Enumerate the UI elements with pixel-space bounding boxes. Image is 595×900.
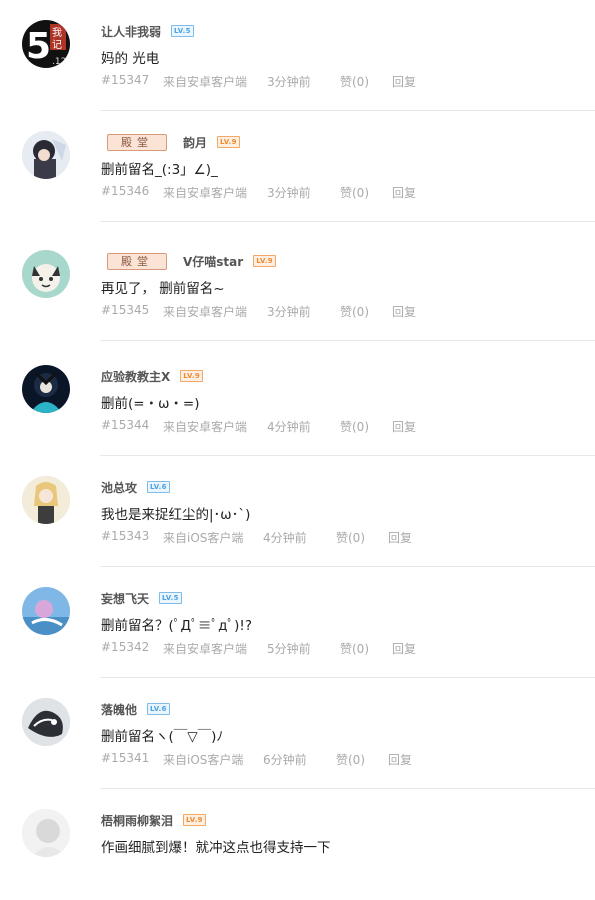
medal-badge: 殿堂 <box>107 133 167 151</box>
reply-button[interactable]: 回复 <box>392 418 416 435</box>
username[interactable]: V仔喵star <box>183 253 243 270</box>
timestamp: 3分钟前 <box>267 186 311 200</box>
floor-number: #15346 <box>101 184 150 198</box>
level-badge: LV.9 <box>180 370 204 382</box>
comment-item: 5 我 记 .12 让人非我弱 LV.5 妈的 光电 #15347 来自安卓客户… <box>0 0 595 111</box>
like-button[interactable]: 赞(0) <box>336 751 365 768</box>
svg-text:记: 记 <box>52 39 62 51</box>
timestamp: 3分钟前 <box>267 305 311 319</box>
username[interactable]: 让人非我弱 <box>101 23 161 40</box>
avatar[interactable] <box>22 131 70 179</box>
reply-button[interactable]: 回复 <box>388 529 412 546</box>
floor-number: #15345 <box>101 303 150 317</box>
avatar[interactable] <box>22 476 70 524</box>
client-source: 来自安卓客户端 <box>163 305 248 319</box>
username[interactable]: 落魄他 <box>101 701 137 718</box>
floor-number: #15344 <box>101 418 150 432</box>
floor-number: #15347 <box>101 73 150 87</box>
reply-button[interactable]: 回复 <box>392 303 416 320</box>
comment-text: 作画细腻到爆！就冲这点也得支持一下 <box>101 840 331 856</box>
svg-text:我: 我 <box>52 27 62 39</box>
avatar[interactable]: 5 我 记 .12 <box>22 20 70 68</box>
floor-number: #15341 <box>101 751 150 765</box>
comment-text: 删前留名ヽ(￣▽￣)ﾉ <box>101 729 224 745</box>
client-source: 来自iOS客户端 <box>163 753 244 767</box>
like-button[interactable]: 赞(0) <box>340 418 369 435</box>
client-source: 来自安卓客户端 <box>163 186 248 200</box>
username[interactable]: 妄想飞天 <box>101 590 149 607</box>
medal-badge: 殿堂 <box>107 252 167 270</box>
floor-number: #15342 <box>101 640 150 654</box>
avatar[interactable] <box>22 365 70 413</box>
avatar[interactable] <box>22 587 70 635</box>
comment-item: 池总攻 LV.6 我也是来捉红尘的|･ω･`) #15343 来自iOS客户端 … <box>0 456 595 567</box>
like-button[interactable]: 赞(0) <box>340 73 369 90</box>
reply-button[interactable]: 回复 <box>392 184 416 201</box>
client-source: 来自安卓客户端 <box>163 642 248 656</box>
level-badge: LV.9 <box>253 255 276 267</box>
comment-text: 删前留名？(ﾟДﾟ≡ﾟдﾟ)!? <box>101 618 252 634</box>
like-button[interactable]: 赞(0) <box>340 640 369 657</box>
reply-button[interactable]: 回复 <box>392 640 416 657</box>
like-button[interactable]: 赞(0) <box>340 184 369 201</box>
username[interactable]: 梧桐雨柳絮泪 <box>101 812 173 829</box>
timestamp: 6分钟前 <box>263 753 307 767</box>
avatar[interactable] <box>22 698 70 746</box>
level-badge: LV.9 <box>183 814 206 826</box>
level-badge: LV.5 <box>159 592 182 604</box>
comment-text: 我也是来捉红尘的|･ω･`) <box>101 507 251 523</box>
comment-text: 删前留名_(:3」∠)_ <box>101 162 218 178</box>
client-source: 来自安卓客户端 <box>163 75 248 89</box>
client-source: 来自iOS客户端 <box>163 531 244 545</box>
username[interactable]: 池总攻 <box>101 479 137 496</box>
timestamp: 4分钟前 <box>263 531 307 545</box>
client-source: 来自安卓客户端 <box>163 420 248 434</box>
like-button[interactable]: 赞(0) <box>340 303 369 320</box>
timestamp: 4分钟前 <box>267 420 311 434</box>
avatar[interactable] <box>22 809 70 857</box>
timestamp: 3分钟前 <box>267 75 311 89</box>
username[interactable]: 韵月 <box>183 134 207 151</box>
floor-number: #15343 <box>101 529 150 543</box>
level-badge: LV.5 <box>171 25 194 37</box>
avatar[interactable] <box>22 250 70 298</box>
comment-text: 妈的 光电 <box>101 51 160 67</box>
comment-item: 落魄他 LV.6 删前留名ヽ(￣▽￣)ﾉ #15341 来自iOS客户端 6分钟… <box>0 678 595 789</box>
reply-button[interactable]: 回复 <box>392 73 416 90</box>
level-badge: LV.9 <box>217 136 240 148</box>
reply-button[interactable]: 回复 <box>388 751 412 768</box>
comment-item: 应验教教主X LV.9 删前(=・ω・=) #15344 来自安卓客户端 4分钟… <box>0 345 595 456</box>
comment-text: 删前(=・ω・=) <box>101 396 200 412</box>
divider <box>100 221 595 222</box>
divider <box>100 340 595 341</box>
level-badge: LV.6 <box>147 703 170 715</box>
svg-text:5: 5 <box>26 26 51 67</box>
comment-item: 梧桐雨柳絮泪 LV.9 作画细腻到爆！就冲这点也得支持一下 <box>0 789 595 900</box>
comment-text: 再见了， 删前留名~ <box>101 281 225 297</box>
svg-text:.12: .12 <box>52 57 66 67</box>
timestamp: 5分钟前 <box>267 642 311 656</box>
like-button[interactable]: 赞(0) <box>336 529 365 546</box>
comment-item: 殿堂 V仔喵star LV.9 再见了， 删前留名~ #15345 来自安卓客户… <box>0 230 595 341</box>
username[interactable]: 应验教教主X <box>101 368 170 385</box>
comment-item: 妄想飞天 LV.5 删前留名？(ﾟДﾟ≡ﾟдﾟ)!? #15342 来自安卓客户… <box>0 567 595 678</box>
comment-item: 殿堂 韵月 LV.9 删前留名_(:3」∠)_ #15346 来自安卓客户端 3… <box>0 111 595 222</box>
level-badge: LV.6 <box>147 481 170 493</box>
